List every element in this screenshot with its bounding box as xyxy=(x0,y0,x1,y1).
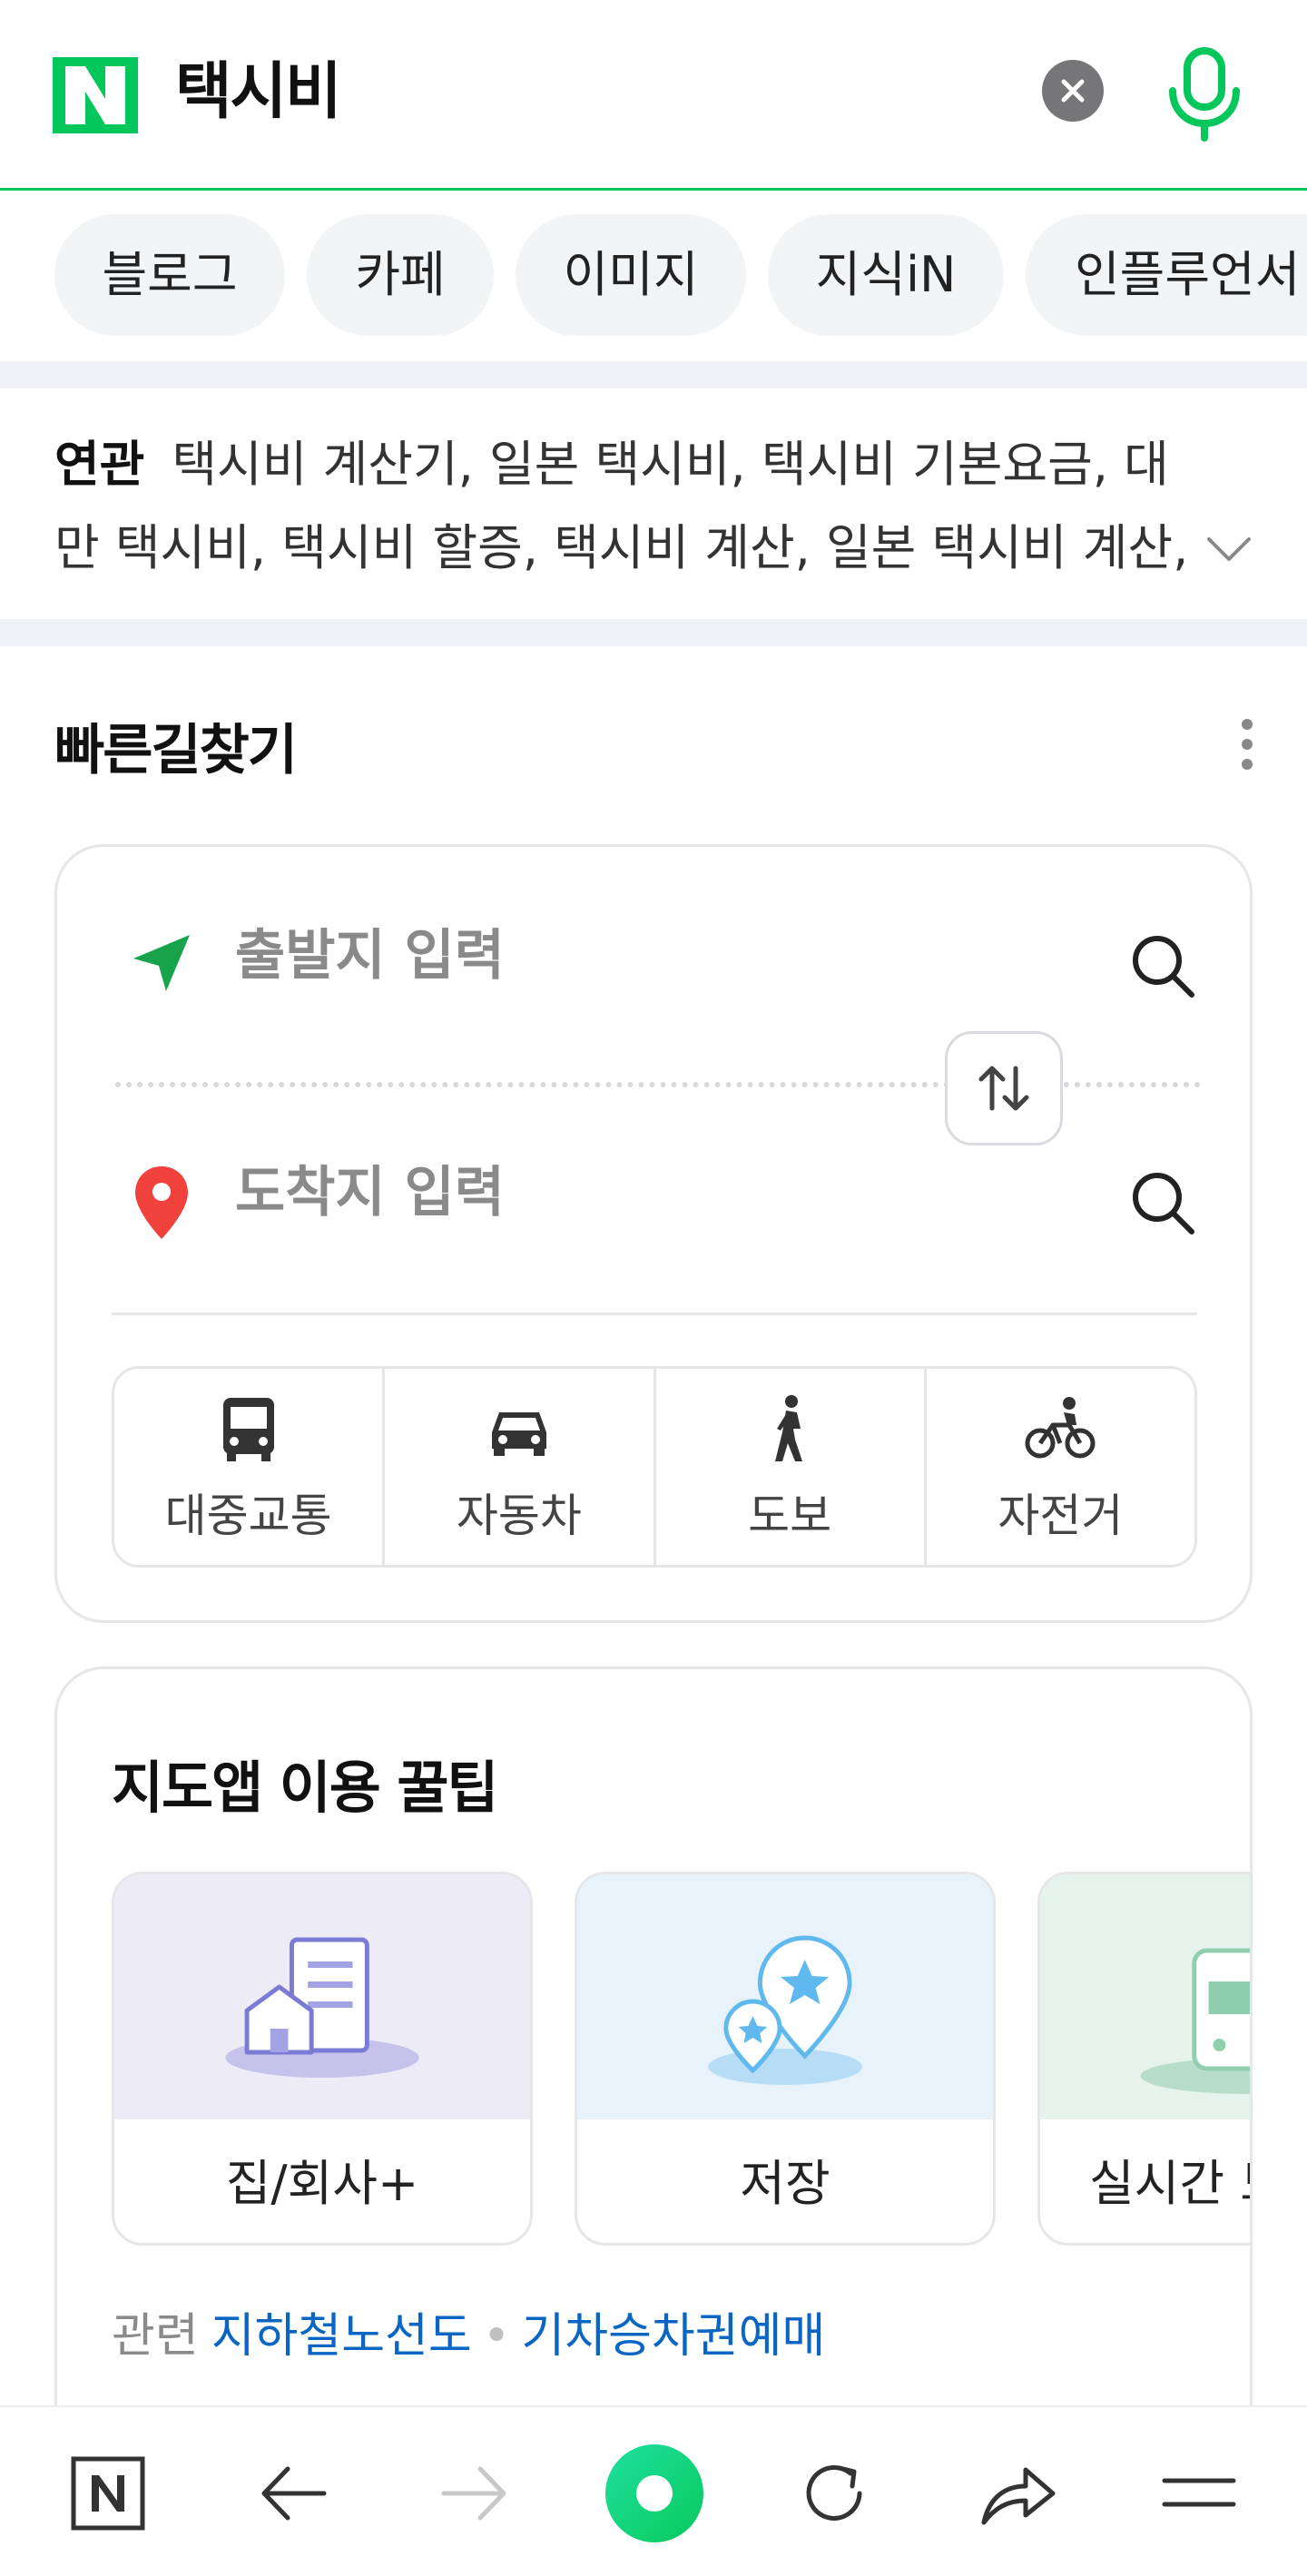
clear-icon xyxy=(1061,79,1085,103)
related-links: 관련 지하철노선도 • 기차승차권예매 xyxy=(112,2305,825,2368)
mode-walk[interactable]: 도보 xyxy=(656,1369,927,1565)
related-links-label: 관련 xyxy=(112,2309,199,2364)
tab-influencer[interactable]: 인플루언서 xyxy=(1026,214,1307,336)
tip-home-office[interactable]: 집/회사+ xyxy=(112,1872,533,2246)
green-dot-icon xyxy=(605,2444,703,2542)
tab-knowledge-in[interactable]: 지식iN xyxy=(768,214,1004,336)
tab-image[interactable]: 이미지 xyxy=(516,214,746,336)
more-options-icon[interactable] xyxy=(1233,717,1262,772)
search-icon[interactable] xyxy=(1128,931,1197,1000)
divider-line xyxy=(112,1313,1197,1315)
mode-car[interactable]: 자동차 xyxy=(385,1369,656,1565)
microphone-icon[interactable] xyxy=(1165,47,1243,142)
mode-transit[interactable]: 대중교통 xyxy=(114,1369,386,1565)
related-label: 연관 xyxy=(54,436,145,493)
browser-toolbar xyxy=(0,2405,1307,2576)
route-finder-card: 대중교통 자동차 도보 xyxy=(54,844,1253,1623)
related-keywords[interactable]: 연관 택시비 계산기, 일본 택시비, 택시비 기본요금, 대만 택시비, 택시비… xyxy=(54,423,1198,594)
search-icon[interactable] xyxy=(1128,1168,1197,1237)
forward-arrow-icon xyxy=(441,2466,506,2521)
tips-title: 지도앱 이용 꿀팁 xyxy=(112,1755,498,1821)
tip-realtime[interactable]: 실시간 도 xyxy=(1037,1872,1250,2246)
tab-cafe[interactable]: 카페 xyxy=(307,214,494,336)
tab-blog[interactable]: 블로그 xyxy=(54,214,285,336)
subway-map-link[interactable]: 지하철노선도 xyxy=(211,2309,472,2364)
clear-search-button[interactable] xyxy=(1042,60,1104,122)
back-button[interactable] xyxy=(243,2443,343,2543)
origin-input[interactable] xyxy=(235,915,1052,997)
transport-modes: 대중교통 자동차 도보 자전거 xyxy=(112,1366,1197,1568)
menu-icon xyxy=(1162,2478,1236,2507)
bus-icon xyxy=(222,1398,274,1461)
refresh-icon xyxy=(806,2465,862,2521)
home-office-icon xyxy=(114,1874,530,2119)
swap-button[interactable] xyxy=(945,1031,1063,1145)
share-icon xyxy=(981,2467,1056,2525)
link-separator: • xyxy=(482,2309,511,2364)
naver-home-button[interactable] xyxy=(58,2443,158,2543)
location-arrow-icon xyxy=(133,935,190,991)
related-searches: 연관 택시비 계산기, 일본 택시비, 택시비 기본요금, 대만 택시비, 택시비… xyxy=(0,388,1307,619)
destination-input[interactable] xyxy=(235,1152,1052,1234)
forward-button[interactable] xyxy=(425,2443,525,2543)
route-title: 빠른길찾기 xyxy=(54,719,298,782)
mode-label: 자전거 xyxy=(997,1490,1124,1542)
bus-realtime-icon xyxy=(1040,1874,1250,2119)
bicycle-icon xyxy=(1025,1397,1096,1459)
section-divider xyxy=(0,361,1307,388)
green-dot-button[interactable] xyxy=(604,2443,704,2543)
refresh-button[interactable] xyxy=(784,2443,884,2543)
swap-arrows-icon xyxy=(978,1066,1029,1111)
tip-label: 저장 xyxy=(740,2155,830,2212)
train-ticket-link[interactable]: 기차승차권예매 xyxy=(521,2309,825,2364)
share-button[interactable] xyxy=(968,2443,1067,2543)
map-tips-card: 지도앱 이용 꿀팁 집/회사+ 저장 실시간 관련 지하철노선도 • 기차승차권… xyxy=(54,1667,1253,2411)
search-category-tabs: 블로그 카페 이미지 지식iN 인플루언서 xyxy=(0,192,1307,359)
saved-places-icon xyxy=(577,1874,993,2119)
chevron-down-icon[interactable] xyxy=(1205,525,1253,572)
tip-saved[interactable]: 저장 xyxy=(575,1872,996,2246)
search-query[interactable]: 택시비 xyxy=(175,56,342,129)
naver-home-icon xyxy=(71,2456,145,2531)
tip-label: 실시간 도 xyxy=(1089,2155,1250,2212)
walk-icon xyxy=(775,1395,803,1461)
mode-label: 자동차 xyxy=(456,1490,582,1542)
car-icon xyxy=(491,1412,546,1456)
back-arrow-icon xyxy=(261,2466,327,2521)
mode-label: 대중교통 xyxy=(164,1490,332,1542)
mode-label: 도보 xyxy=(748,1490,832,1542)
related-keyword-list[interactable]: 택시비 계산기, 일본 택시비, 택시비 기본요금, 대만 택시비, 택시비 할… xyxy=(54,436,1188,594)
naver-logo-icon[interactable] xyxy=(53,57,138,133)
section-divider xyxy=(0,619,1307,646)
map-pin-icon xyxy=(135,1166,188,1239)
mode-bicycle[interactable]: 자전거 xyxy=(927,1369,1194,1565)
menu-button[interactable] xyxy=(1149,2443,1249,2543)
tip-label: 집/회사+ xyxy=(225,2155,419,2212)
search-header: 택시비 xyxy=(0,0,1307,191)
